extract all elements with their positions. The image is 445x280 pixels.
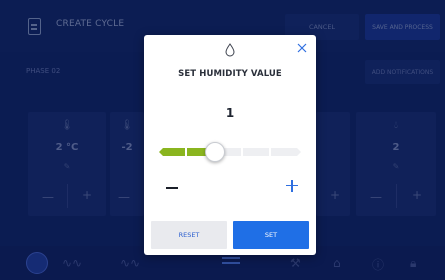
close-icon[interactable] [296,42,308,54]
dialog-title: SET HUMIDITY VALUE [178,69,282,79]
slider-track [159,148,301,156]
humidity-dialog: SET HUMIDITY VALUE 1 RESET SET [144,35,316,255]
reset-button[interactable]: RESET [151,221,227,249]
slider-thumb[interactable] [205,142,225,162]
decrease-button[interactable] [164,180,180,196]
increase-button[interactable] [284,178,300,194]
humidity-drop-icon [225,43,235,57]
set-button[interactable]: SET [233,221,309,249]
humidity-value: 1 [225,106,235,120]
humidity-slider[interactable] [159,141,301,163]
